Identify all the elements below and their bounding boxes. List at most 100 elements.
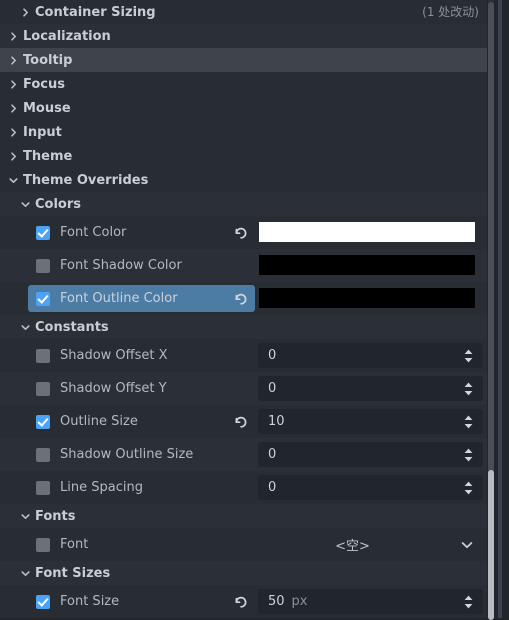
chevron-down-icon[interactable] — [20, 322, 31, 333]
property-label-block[interactable]: Shadow Outline Size — [28, 441, 255, 468]
resource-picker[interactable]: <空> — [258, 532, 483, 557]
override-checkbox-font-outline-color[interactable] — [36, 291, 50, 306]
category-row-localization[interactable]: Localization — [0, 24, 487, 48]
number-field[interactable]: 0 — [258, 376, 483, 401]
category-row-theme-overrides[interactable]: Theme Overrides — [0, 168, 487, 192]
category-label: Input — [23, 124, 62, 140]
property-rows-container: Container Sizing (1 处改动) Localization Toolt… — [0, 0, 487, 618]
revert-icon[interactable] — [233, 594, 249, 610]
category-label: Tooltip — [23, 52, 73, 68]
chevron-right-icon[interactable] — [8, 151, 19, 162]
chevron-down-icon[interactable] — [20, 511, 31, 522]
property-label-block[interactable]: Font — [28, 531, 255, 558]
override-checkbox-line-spacing[interactable] — [36, 480, 50, 495]
property-row-shadow-outline-size: Shadow Outline Size 0 — [0, 438, 487, 471]
vertical-scrollbar[interactable] — [488, 0, 494, 620]
chevron-right-icon[interactable] — [8, 103, 19, 114]
number-value: 50 — [268, 594, 285, 609]
category-row-focus[interactable]: Focus — [0, 72, 487, 96]
property-label-block[interactable]: Font Size — [28, 588, 255, 615]
category-row-mouse[interactable]: Mouse — [0, 96, 487, 120]
property-label-block[interactable]: Line Spacing — [28, 474, 255, 501]
property-row-font-size: Font Size 50 px — [0, 585, 487, 618]
property-label-block[interactable]: Shadow Offset Y — [28, 375, 255, 402]
property-label-block[interactable]: Font Outline Color — [28, 285, 255, 312]
property-label-block[interactable]: Outline Size — [28, 408, 255, 435]
stepper-arrows-icon[interactable] — [462, 348, 475, 364]
window-right-padding — [502, 0, 509, 618]
stepper-arrows-icon[interactable] — [462, 480, 475, 496]
number-value: 0 — [268, 447, 277, 462]
revert-icon[interactable] — [233, 291, 249, 307]
group-header-font-sizes[interactable]: Font Sizes — [0, 561, 487, 585]
number-value: 0 — [268, 348, 277, 363]
property-label-block[interactable]: Shadow Offset X — [28, 342, 255, 369]
number-field[interactable]: 0 — [258, 475, 483, 500]
stepper-arrows-icon[interactable] — [462, 414, 475, 430]
chevron-right-icon[interactable] — [8, 55, 19, 66]
property-label-block[interactable]: Font Shadow Color — [28, 252, 255, 279]
property-label: Font Outline Color — [60, 291, 178, 306]
number-suffix: px — [291, 594, 308, 609]
category-row-container-sizing[interactable]: Container Sizing (1 处改动) — [0, 0, 487, 24]
override-checkbox-shadow-offset-y[interactable] — [36, 381, 50, 396]
number-field[interactable]: 50 px — [258, 589, 483, 614]
chevron-right-icon[interactable] — [20, 7, 31, 18]
override-checkbox-shadow-outline-size[interactable] — [36, 447, 50, 462]
property-label: Font — [60, 537, 89, 552]
chevron-down-icon[interactable] — [20, 568, 31, 579]
revert-icon[interactable] — [233, 225, 249, 241]
group-label: Fonts — [35, 508, 76, 524]
chevron-right-icon[interactable] — [8, 79, 19, 90]
category-row-tooltip[interactable]: Tooltip — [0, 48, 487, 72]
property-row-outline-size: Outline Size 10 — [0, 405, 487, 438]
chevron-down-icon[interactable] — [8, 175, 19, 186]
number-value: 10 — [268, 414, 285, 429]
color-swatch[interactable] — [259, 222, 475, 242]
category-label: Mouse — [23, 100, 71, 116]
chevron-right-icon[interactable] — [8, 127, 19, 138]
chevron-right-icon[interactable] — [8, 31, 19, 42]
override-checkbox-font-shadow-color[interactable] — [36, 258, 50, 273]
property-row-line-spacing: Line Spacing 0 — [0, 471, 487, 504]
property-label: Line Spacing — [60, 480, 143, 495]
group-header-colors[interactable]: Colors — [0, 192, 487, 216]
property-row-font: Font <空> — [0, 528, 487, 561]
stepper-arrows-icon[interactable] — [462, 447, 475, 463]
inspector-panel: Container Sizing (1 处改动) Localization Toolt… — [0, 0, 487, 618]
scrollbar-thumb[interactable] — [488, 470, 494, 620]
scrollbar-track[interactable] — [488, 2, 494, 620]
category-row-theme[interactable]: Theme — [0, 144, 487, 168]
color-swatch[interactable] — [259, 255, 475, 275]
group-header-fonts[interactable]: Fonts — [0, 504, 487, 528]
stepper-arrows-icon[interactable] — [462, 594, 475, 610]
override-checkbox-outline-size[interactable] — [36, 414, 50, 429]
number-field[interactable]: 10 — [258, 409, 483, 434]
property-row-font-outline-color: Font Outline Color — [0, 282, 487, 315]
override-checkbox-font-size[interactable] — [36, 594, 50, 609]
override-checkbox-font-color[interactable] — [36, 225, 50, 240]
stepper-arrows-icon[interactable] — [462, 381, 475, 397]
property-row-font-color: Font Color — [0, 216, 487, 249]
number-field[interactable]: 0 — [258, 442, 483, 467]
category-row-input[interactable]: Input — [0, 120, 487, 144]
chevron-down-icon[interactable] — [461, 541, 473, 549]
property-row-shadow-offset-x: Shadow Offset X 0 — [0, 339, 487, 372]
chevron-down-icon[interactable] — [20, 199, 31, 210]
property-row-shadow-offset-y: Shadow Offset Y 0 — [0, 372, 487, 405]
property-label: Font Shadow Color — [60, 258, 182, 273]
property-label-block[interactable]: Font Color — [28, 219, 255, 246]
revert-icon[interactable] — [233, 414, 249, 430]
group-header-constants[interactable]: Constants — [0, 315, 487, 339]
override-checkbox-font[interactable] — [36, 537, 50, 552]
resource-value: <空> — [335, 539, 370, 554]
category-label: Focus — [23, 76, 65, 92]
category-label: Localization — [23, 28, 111, 44]
override-checkbox-shadow-offset-x[interactable] — [36, 348, 50, 363]
number-field[interactable]: 0 — [258, 343, 483, 368]
property-label: Font Color — [60, 225, 127, 240]
property-label: Shadow Offset Y — [60, 381, 167, 396]
color-swatch[interactable] — [259, 288, 475, 308]
change-count-note: (1 处改动) — [422, 5, 479, 19]
group-label: Constants — [35, 319, 109, 335]
